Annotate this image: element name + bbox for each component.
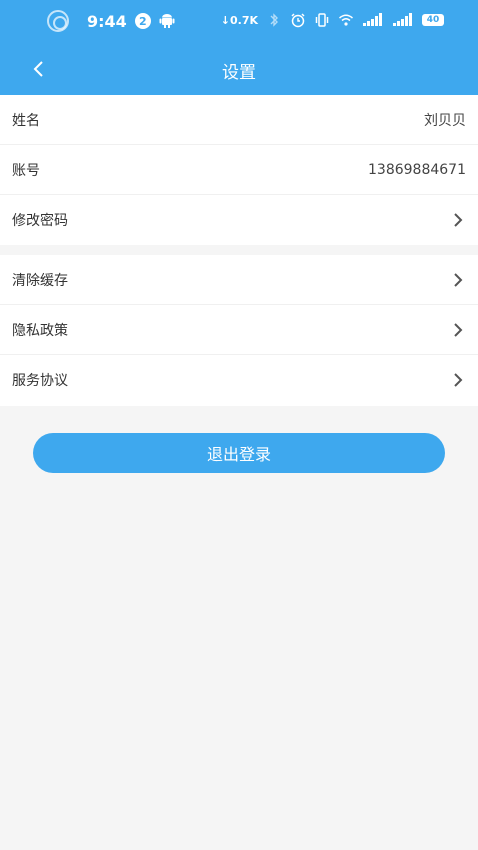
clear-cache-label: 清除缓存 [12, 272, 68, 289]
clear-cache-row[interactable]: 清除缓存 [0, 255, 478, 305]
vibrate-icon [315, 13, 329, 27]
name-row: 姓名 刘贝贝 [0, 95, 478, 145]
wifi-icon [339, 14, 353, 26]
download-arrow-icon: ↓ [220, 13, 230, 27]
service-agreement-label: 服务协议 [12, 373, 68, 389]
service-agreement-row[interactable]: 服务协议 [0, 355, 478, 405]
name-value: 刘贝贝 [424, 112, 466, 129]
status-time: 9:44 [87, 11, 127, 31]
menu-group: 清除缓存 隐私政策 服务协议 [0, 255, 478, 406]
signal-icon-sim2 [393, 13, 412, 26]
bluetooth-icon [270, 13, 278, 27]
account-row: 账号 13869884671 [0, 145, 478, 195]
page-title: 设置 [222, 63, 256, 83]
net-speed-indicator: ↓0.7K [221, 14, 258, 27]
chevron-right-icon [454, 273, 463, 287]
header: 9:44 2 ↓0.7K 40 设置 [0, 0, 478, 95]
signal-icon-sim1 [363, 13, 382, 26]
android-icon [159, 14, 175, 28]
privacy-policy-row[interactable]: 隐私政策 [0, 305, 478, 355]
net-speed: 0.7K [229, 13, 258, 27]
change-password-row[interactable]: 修改密码 [0, 195, 478, 245]
chevron-right-icon [454, 323, 463, 337]
logout-button[interactable]: 退出登录 [33, 433, 445, 473]
notification-count-badge: 2 [134, 13, 151, 29]
status-right: ↓0.7K 40 [221, 12, 444, 28]
alarm-icon [291, 13, 305, 28]
privacy-policy-label: 隐私政策 [12, 322, 68, 339]
account-value: 13869884671 [368, 161, 466, 178]
profile-group: 姓名 刘贝贝 账号 13869884671 修改密码 [0, 95, 478, 245]
account-label: 账号 [12, 162, 40, 179]
change-password-label: 修改密码 [12, 213, 68, 229]
chevron-right-icon [454, 213, 463, 227]
status-bar: 9:44 2 ↓0.7K 40 [0, 0, 478, 44]
name-label: 姓名 [12, 112, 40, 129]
battery-icon: 40 [422, 14, 444, 26]
status-left: 9:44 2 [47, 10, 175, 32]
circle-app-icon [47, 10, 69, 32]
chevron-right-icon [454, 373, 463, 387]
